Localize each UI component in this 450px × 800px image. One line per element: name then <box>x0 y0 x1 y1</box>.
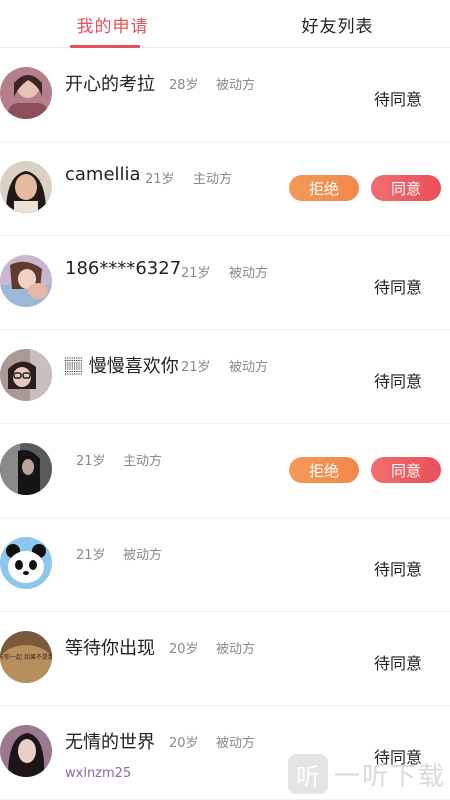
tab-label: 好友列表 <box>301 16 374 37</box>
status-text: 待同意 <box>373 560 422 579</box>
list-item[interactable]: 21岁 被动方 待同意 <box>0 518 450 612</box>
list-item[interactable]: 开心的考拉 28岁 被动方 待同意 <box>0 48 450 142</box>
age: 21岁 <box>181 360 211 375</box>
avatar[interactable] <box>0 443 52 495</box>
request-list: 开心的考拉 28岁 被动方 待同意 camellia 21岁 主动方 拒绝 同意… <box>0 48 450 800</box>
avatar[interactable] <box>0 349 52 401</box>
status-text: 待同意 <box>373 654 422 673</box>
list-item[interactable]: 21岁 主动方 拒绝 同意 <box>0 424 450 518</box>
tab-friend-list[interactable]: 好友列表 <box>225 0 450 48</box>
role: 被动方 <box>123 548 163 563</box>
list-item[interactable]: 🏽 慢慢喜欢你 21岁 被动方 待同意 <box>0 330 450 424</box>
age: 20岁 <box>169 736 199 751</box>
age: 21岁 <box>181 266 211 281</box>
age: 28岁 <box>169 78 199 93</box>
role: 主动方 <box>193 172 233 187</box>
user-name: camellia <box>65 164 141 185</box>
watermark-logo-icon: 听 <box>287 754 328 794</box>
avatar-caption: 曾经与你一起 如果不是那一样 <box>0 653 52 661</box>
user-name: 等待你出现 <box>65 638 155 659</box>
user-id: wxlnzm25 <box>65 766 132 781</box>
avatar[interactable] <box>0 161 52 213</box>
user-name: 🏽 慢慢喜欢你 <box>65 356 179 377</box>
user-name: 186****6327 <box>65 258 182 279</box>
agree-button[interactable]: 同意 <box>371 457 441 483</box>
app-screen: 我的申请 好友列表 开心的考拉 28岁 被动方 待同意 camellia 21岁… <box>0 0 450 800</box>
avatar[interactable] <box>0 725 52 777</box>
status-text: 待同意 <box>373 372 422 391</box>
list-item[interactable]: 曾经与你一起 如果不是那一样 等待你出现 20岁 被动方 待同意 <box>0 612 450 706</box>
user-name: 无情的世界 <box>65 732 155 753</box>
age: 21岁 <box>76 548 106 563</box>
age: 21岁 <box>76 454 106 469</box>
watermark-text: 一听下载 <box>333 761 446 792</box>
avatar[interactable] <box>0 537 52 589</box>
tab-my-applications[interactable]: 我的申请 <box>0 0 225 48</box>
age: 20岁 <box>169 642 199 657</box>
role: 被动方 <box>216 78 256 93</box>
role: 主动方 <box>123 454 163 469</box>
avatar[interactable]: 曾经与你一起 如果不是那一样 <box>0 631 52 683</box>
avatar[interactable] <box>0 255 52 307</box>
agree-button[interactable]: 同意 <box>371 175 441 201</box>
role: 被动方 <box>229 266 269 281</box>
tab-label: 我的申请 <box>76 16 149 37</box>
reject-button[interactable]: 拒绝 <box>289 175 359 201</box>
watermark: 听 一听下载 <box>287 754 446 794</box>
user-name: 开心的考拉 <box>65 74 155 95</box>
age: 21岁 <box>145 172 175 187</box>
role: 被动方 <box>229 360 269 375</box>
status-text: 待同意 <box>373 278 422 297</box>
status-text: 待同意 <box>373 90 422 109</box>
list-item[interactable]: camellia 21岁 主动方 拒绝 同意 <box>0 142 450 236</box>
list-item[interactable]: 186****6327 21岁 被动方 待同意 <box>0 236 450 330</box>
avatar[interactable] <box>0 67 52 119</box>
tab-bar: 我的申请 好友列表 <box>0 0 450 48</box>
role: 被动方 <box>216 642 256 657</box>
role: 被动方 <box>216 736 256 751</box>
reject-button[interactable]: 拒绝 <box>289 457 359 483</box>
